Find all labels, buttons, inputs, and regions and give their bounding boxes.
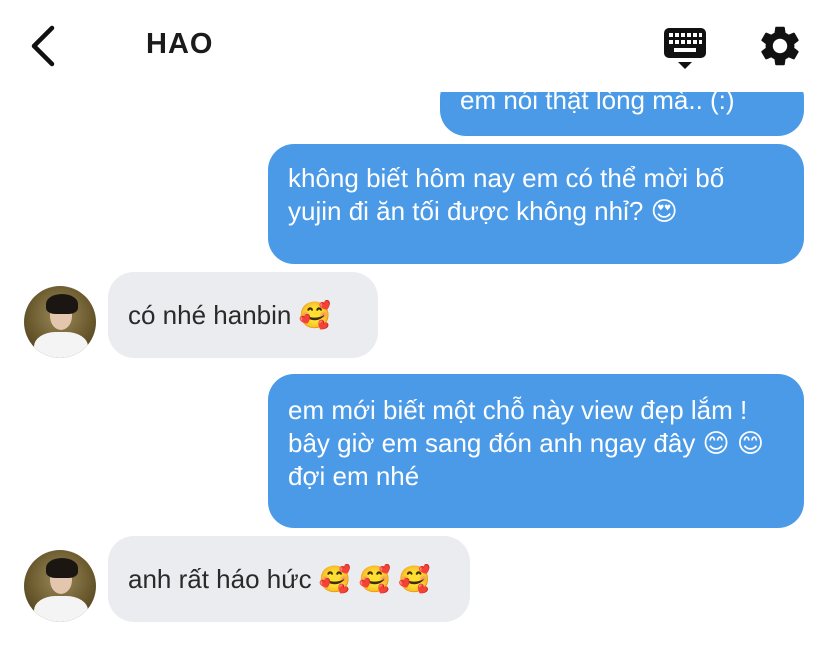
settings-button[interactable] bbox=[756, 22, 804, 70]
chat-header: HAO bbox=[0, 0, 828, 92]
chat-title: HAO bbox=[146, 28, 214, 60]
back-button[interactable] bbox=[24, 22, 68, 70]
avatar[interactable] bbox=[24, 286, 96, 358]
message-text: anh rất háo hức 🥰 🥰 🥰 bbox=[128, 563, 431, 594]
message-thread[interactable]: em nói thật lòng mà.. (:) không biết hôm… bbox=[0, 0, 828, 649]
keyboard-button[interactable] bbox=[660, 24, 710, 72]
keyboard-icon bbox=[664, 28, 706, 69]
message-outgoing: không biết hôm nay em có thể mời bố yuji… bbox=[268, 144, 804, 264]
message-incoming: anh rất háo hức 🥰 🥰 🥰 bbox=[108, 536, 470, 622]
avatar[interactable] bbox=[24, 550, 96, 622]
message-text: có nhé hanbin 🥰 bbox=[128, 299, 331, 330]
gear-icon bbox=[761, 26, 799, 66]
message-incoming: có nhé hanbin 🥰 bbox=[108, 272, 378, 358]
message-outgoing: em mới biết một chỗ này view đẹp lắm ! b… bbox=[268, 374, 804, 528]
message-text: em mới biết một chỗ này view đẹp lắm ! b… bbox=[288, 395, 764, 491]
message-text: không biết hôm nay em có thể mời bố yuji… bbox=[288, 163, 725, 226]
back-chevron-icon bbox=[31, 25, 55, 67]
